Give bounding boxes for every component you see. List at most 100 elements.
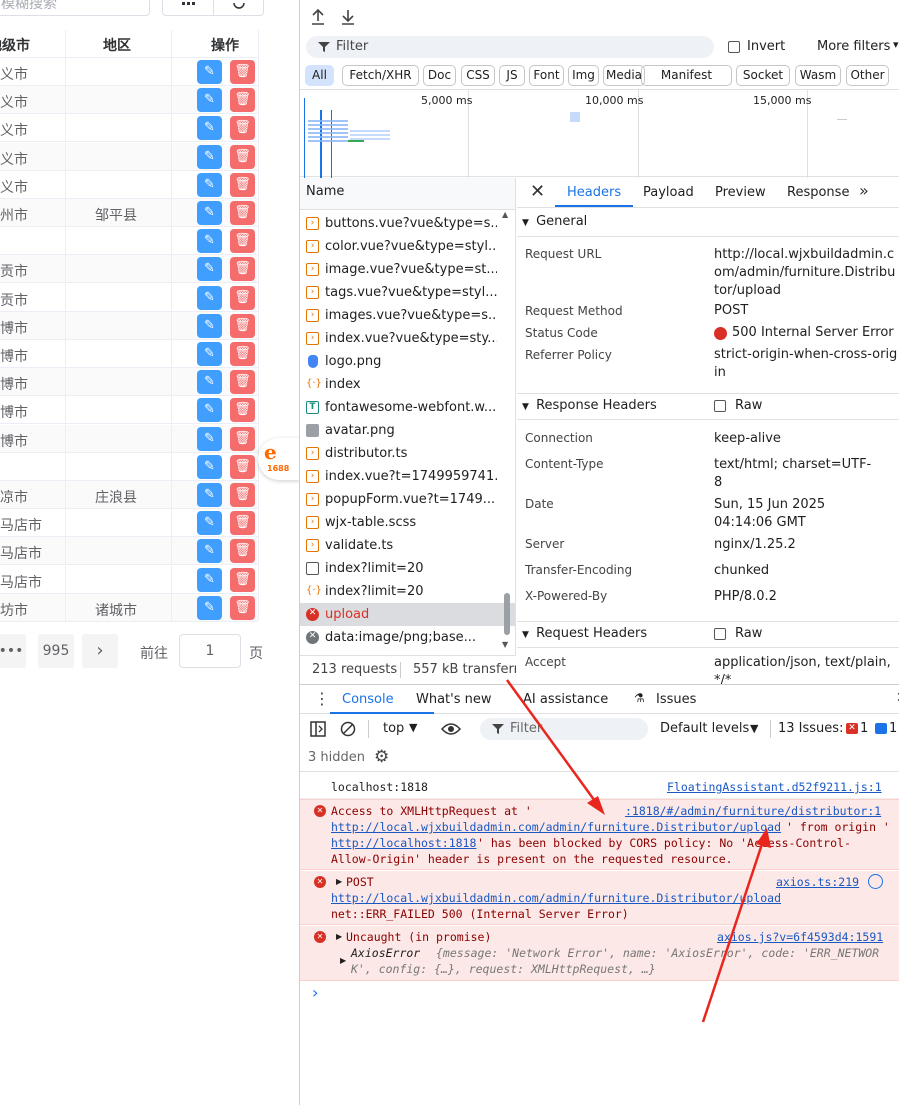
delete-button[interactable]: 🗑 [230, 60, 255, 84]
edit-button[interactable]: ✎ [197, 595, 222, 620]
pencil-icon: ✎ [204, 120, 215, 136]
city-cell: 遵义市 [0, 179, 28, 196]
edit-button[interactable]: ✎ [197, 285, 222, 310]
edit-button[interactable]: ✎ [197, 313, 222, 338]
delete-button[interactable]: 🗑 [230, 511, 255, 536]
edit-button[interactable]: ✎ [197, 454, 222, 479]
column-divider [65, 537, 66, 566]
pencil-icon: ✎ [204, 148, 215, 164]
column-divider [171, 142, 172, 171]
search-input[interactable]: 模糊搜索 [0, 0, 150, 16]
trash-icon: 🗑 [234, 543, 251, 559]
floating-assistant-badge[interactable]: e 1688 [258, 438, 299, 480]
delete-button[interactable]: 🗑 [230, 370, 255, 395]
edit-button[interactable]: ✎ [197, 567, 222, 592]
pencil-icon: ✎ [204, 458, 215, 474]
edit-button[interactable]: ✎ [197, 229, 222, 254]
pagination-next-button[interactable]: › [82, 634, 118, 668]
pagination-goto-input[interactable]: 1 [179, 634, 241, 668]
delete-button[interactable]: 🗑 [230, 398, 255, 423]
column-divider [171, 424, 172, 453]
edit-button[interactable]: ✎ [197, 201, 222, 225]
grid-view-button[interactable] [162, 0, 214, 16]
delete-button[interactable]: 🗑 [230, 595, 255, 620]
column-divider [171, 30, 172, 58]
trash-icon: 🗑 [234, 346, 251, 361]
column-divider [65, 86, 66, 115]
pencil-icon: ✎ [204, 176, 215, 192]
city-cell: 驻马店市 [0, 546, 42, 563]
edit-button[interactable]: ✎ [197, 88, 222, 113]
column-header-actions: 操作 [211, 38, 239, 54]
delete-button[interactable]: 🗑 [230, 567, 255, 592]
delete-button[interactable]: 🗑 [230, 483, 255, 507]
edit-button[interactable]: ✎ [197, 511, 222, 536]
delete-button[interactable]: 🗑 [230, 454, 255, 479]
edit-button[interactable]: ✎ [197, 483, 222, 507]
edit-button[interactable]: ✎ [197, 60, 222, 84]
delete-button[interactable]: 🗑 [230, 342, 255, 366]
table-row: 淄博市 ✎ 🗑 [0, 311, 258, 340]
table-row: 驻马店市 ✎ 🗑 [0, 537, 258, 566]
pagination-ellipsis-label: ••• [0, 643, 24, 659]
table-row: 自贡市 ✎ 🗑 [0, 255, 258, 284]
grid-icon [182, 2, 195, 5]
delete-button[interactable]: 🗑 [230, 229, 255, 254]
table-row: 淄博市 ✎ 🗑 [0, 368, 258, 397]
column-divider [65, 142, 66, 171]
pencil-icon: ✎ [204, 374, 215, 390]
edit-button[interactable]: ✎ [197, 539, 222, 564]
delete-button[interactable]: 🗑 [230, 144, 255, 169]
column-divider [65, 227, 66, 256]
edit-button[interactable]: ✎ [197, 426, 222, 451]
column-divider [171, 452, 172, 481]
delete-button[interactable]: 🗑 [230, 539, 255, 564]
table-row: 驻马店市 ✎ 🗑 [0, 565, 258, 594]
column-divider [65, 424, 66, 453]
trash-icon: 🗑 [234, 205, 251, 220]
trash-icon: 🗑 [234, 176, 251, 192]
annotation-arrows [505, 679, 771, 1023]
table-row: ✎ 🗑 [0, 227, 258, 256]
trash-icon: 🗑 [234, 458, 251, 474]
column-divider [65, 311, 66, 340]
table-header: 地级市 地区 操作 [0, 30, 258, 58]
delete-button[interactable]: 🗑 [230, 313, 255, 338]
city-cell: 潍坊市 [0, 602, 28, 619]
column-divider [65, 368, 66, 397]
table-row: 滨州市 邹平县 ✎ 🗑 [0, 199, 258, 227]
delete-button[interactable]: 🗑 [230, 172, 255, 197]
edit-button[interactable]: ✎ [197, 342, 222, 366]
city-cell: 平凉市 [0, 490, 28, 506]
edit-button[interactable]: ✎ [197, 172, 222, 197]
delete-button[interactable]: 🗑 [230, 285, 255, 310]
trash-icon: 🗑 [234, 64, 251, 79]
pencil-icon: ✎ [204, 571, 215, 587]
city-cell: 淄博市 [0, 349, 28, 365]
edit-button[interactable]: ✎ [197, 398, 222, 423]
column-divider [171, 86, 172, 115]
edit-button[interactable]: ✎ [197, 257, 222, 282]
pagination-ellipsis[interactable]: ••• [0, 634, 26, 668]
delete-button[interactable]: 🗑 [230, 88, 255, 113]
edit-button[interactable]: ✎ [197, 370, 222, 395]
table-row: ✎ 🗑 [0, 452, 258, 481]
column-divider [171, 481, 172, 509]
trash-icon: 🗑 [234, 317, 251, 333]
delete-button[interactable]: 🗑 [230, 116, 255, 141]
city-cell: 淄博市 [0, 377, 28, 394]
edit-button[interactable]: ✎ [197, 116, 222, 141]
edit-button[interactable]: ✎ [197, 144, 222, 169]
pagination-page-995[interactable]: 995 [38, 634, 74, 668]
column-divider [65, 593, 66, 622]
search-button[interactable] [213, 0, 264, 16]
trash-icon: 🗑 [234, 571, 251, 587]
delete-button[interactable]: 🗑 [230, 257, 255, 282]
column-divider [65, 452, 66, 481]
column-divider [65, 170, 66, 199]
pencil-icon: ✎ [204, 402, 215, 418]
table-row: 遵义市 ✎ 🗑 [0, 58, 258, 86]
delete-button[interactable]: 🗑 [230, 426, 255, 451]
city-cell: 驻马店市 [0, 574, 42, 591]
delete-button[interactable]: 🗑 [230, 201, 255, 225]
